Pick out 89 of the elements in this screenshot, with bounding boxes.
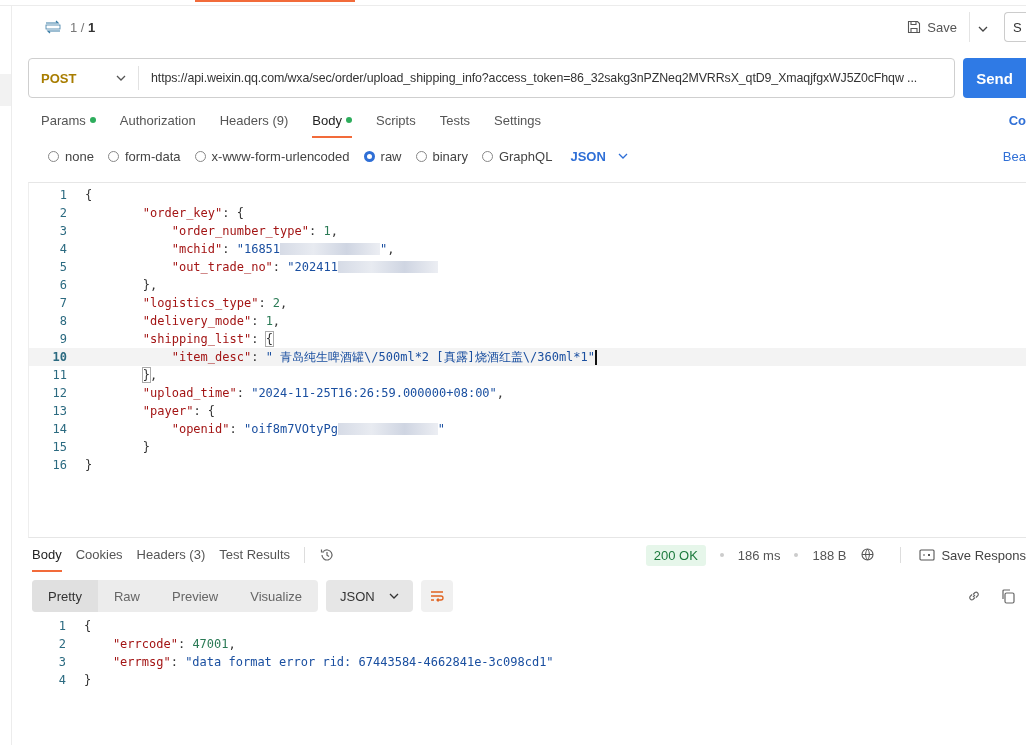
line-number: 2 bbox=[57, 637, 67, 651]
code-line: "out_trade_no": "202411 bbox=[171, 260, 438, 274]
code-line: { bbox=[85, 188, 93, 202]
request-tab[interactable]: Authorization bbox=[119, 102, 196, 138]
body-type-radio[interactable]: none bbox=[48, 148, 94, 164]
line-number: 11 bbox=[51, 368, 68, 382]
body-type-radio[interactable]: binary bbox=[415, 148, 468, 164]
request-tab[interactable]: Settings bbox=[494, 102, 542, 138]
beautify-link[interactable]: Bea bbox=[1002, 148, 1026, 164]
caret-icon bbox=[617, 153, 628, 159]
line-number: 10 bbox=[51, 350, 68, 364]
code-line: { bbox=[84, 619, 92, 633]
caret-icon bbox=[388, 593, 399, 599]
url-field[interactable]: https://api.weixin.qq.com/wxa/sec/order/upload_shipping_info?access_token=86_32sakg3nPZNeq2MVRRsX_qtD9_XmaqjfgxWJ5Z0cFhqw ... bbox=[139, 71, 926, 85]
code-line: } bbox=[85, 458, 93, 472]
share-button[interactable]: S bbox=[1004, 12, 1026, 42]
caret-icon bbox=[116, 75, 126, 81]
history-icon[interactable] bbox=[319, 547, 336, 563]
response-tab[interactable]: Cookies bbox=[75, 538, 123, 572]
code-line: "payer": { bbox=[142, 404, 216, 418]
cookies-link[interactable]: Co bbox=[1008, 112, 1026, 128]
text-cursor bbox=[595, 349, 597, 365]
view-mode-tab[interactable]: Preview bbox=[156, 580, 235, 612]
globe-icon[interactable] bbox=[860, 547, 877, 563]
wrap-lines-button[interactable] bbox=[420, 580, 453, 612]
code-line: "openid": "oif8m7VOtyPg " bbox=[171, 422, 446, 436]
request-tab[interactable]: Body bbox=[312, 102, 352, 138]
copy-icon[interactable] bbox=[1000, 588, 1016, 604]
code-line: "logistics_type": 2, bbox=[142, 296, 288, 310]
line-number: 7 bbox=[58, 296, 68, 310]
line-number: 16 bbox=[51, 458, 68, 472]
save-button[interactable]: Save bbox=[903, 15, 961, 39]
body-type-radio[interactable]: raw bbox=[363, 148, 402, 164]
body-type-radio[interactable]: x-www-form-urlencoded bbox=[194, 148, 350, 164]
status-badge: 200 OK bbox=[645, 544, 706, 566]
view-mode-tab[interactable]: Raw bbox=[97, 580, 156, 612]
code-line: } bbox=[142, 440, 151, 454]
line-number: 8 bbox=[58, 314, 68, 328]
wrap-lines-icon bbox=[428, 589, 445, 603]
code-line: "errcode": 47001, bbox=[112, 637, 236, 651]
request-counter: 1 / 1 bbox=[70, 19, 96, 35]
code-line: "item_desc": " 青岛纯生啤酒罐\/500ml*2 [真露]烧酒红盖\/360ml*1" bbox=[171, 348, 595, 366]
format-dropdown[interactable]: JSON bbox=[566, 148, 628, 164]
code-line: }, bbox=[142, 368, 158, 382]
request-tab[interactable]: Params bbox=[41, 102, 96, 138]
line-number: 9 bbox=[58, 332, 68, 346]
response-tab[interactable]: Body bbox=[32, 538, 62, 572]
response-time: 186 ms bbox=[737, 547, 781, 563]
code-line: "mchid": "16851 ", bbox=[171, 242, 395, 256]
code-line: "delivery_mode": 1, bbox=[142, 314, 281, 328]
send-button[interactable]: Send bbox=[963, 58, 1026, 98]
http-request-icon bbox=[44, 20, 62, 34]
save-response-button[interactable]: Save Respons bbox=[915, 547, 1026, 563]
code-line: } bbox=[84, 673, 92, 687]
body-type-radio[interactable]: form-data bbox=[107, 148, 181, 164]
view-mode-tab[interactable]: Pretty bbox=[32, 580, 98, 612]
line-number: 4 bbox=[57, 673, 67, 687]
code-line: "errmsg": "data format error rid: 67443584-4662841e-3c098cd1" bbox=[112, 655, 554, 669]
code-line: "upload_time": "2024-11-25T16:26:59.000000+08:00", bbox=[142, 386, 505, 400]
save-icon bbox=[907, 20, 922, 34]
code-line: }, bbox=[142, 278, 158, 292]
body-type-radio[interactable]: GraphQL bbox=[481, 148, 553, 164]
request-tab[interactable]: Tests bbox=[439, 102, 471, 138]
line-number: 14 bbox=[51, 422, 68, 436]
line-number: 1 bbox=[58, 188, 68, 202]
request-tab[interactable]: Scripts bbox=[375, 102, 416, 138]
line-number: 3 bbox=[58, 224, 68, 238]
response-size: 188 B bbox=[812, 547, 847, 563]
line-number: 5 bbox=[58, 260, 68, 274]
view-mode-tab[interactable]: Visualize bbox=[234, 580, 319, 612]
line-number: 15 bbox=[51, 440, 68, 454]
code-icon bbox=[919, 549, 936, 561]
line-number: 1 bbox=[57, 619, 67, 633]
response-tab[interactable]: Headers (3) bbox=[136, 538, 206, 572]
caret-icon bbox=[978, 25, 988, 32]
line-number: 6 bbox=[58, 278, 68, 292]
line-number: 13 bbox=[51, 404, 68, 418]
line-number: 12 bbox=[51, 386, 68, 400]
response-tab[interactable]: Test Results bbox=[219, 538, 291, 572]
code-line: "shipping_list": { bbox=[142, 332, 273, 346]
line-number: 2 bbox=[58, 206, 68, 220]
code-line: "order_number_type": 1, bbox=[171, 224, 338, 238]
code-line: "order_key": { bbox=[142, 206, 244, 220]
line-number: 3 bbox=[57, 655, 67, 669]
format-dropdown[interactable]: JSON bbox=[326, 580, 413, 612]
method-dropdown[interactable]: POST bbox=[29, 66, 139, 90]
request-tab[interactable]: Headers (9) bbox=[219, 102, 289, 138]
code-editor[interactable] bbox=[28, 182, 1026, 538]
line-number: 4 bbox=[58, 242, 68, 256]
